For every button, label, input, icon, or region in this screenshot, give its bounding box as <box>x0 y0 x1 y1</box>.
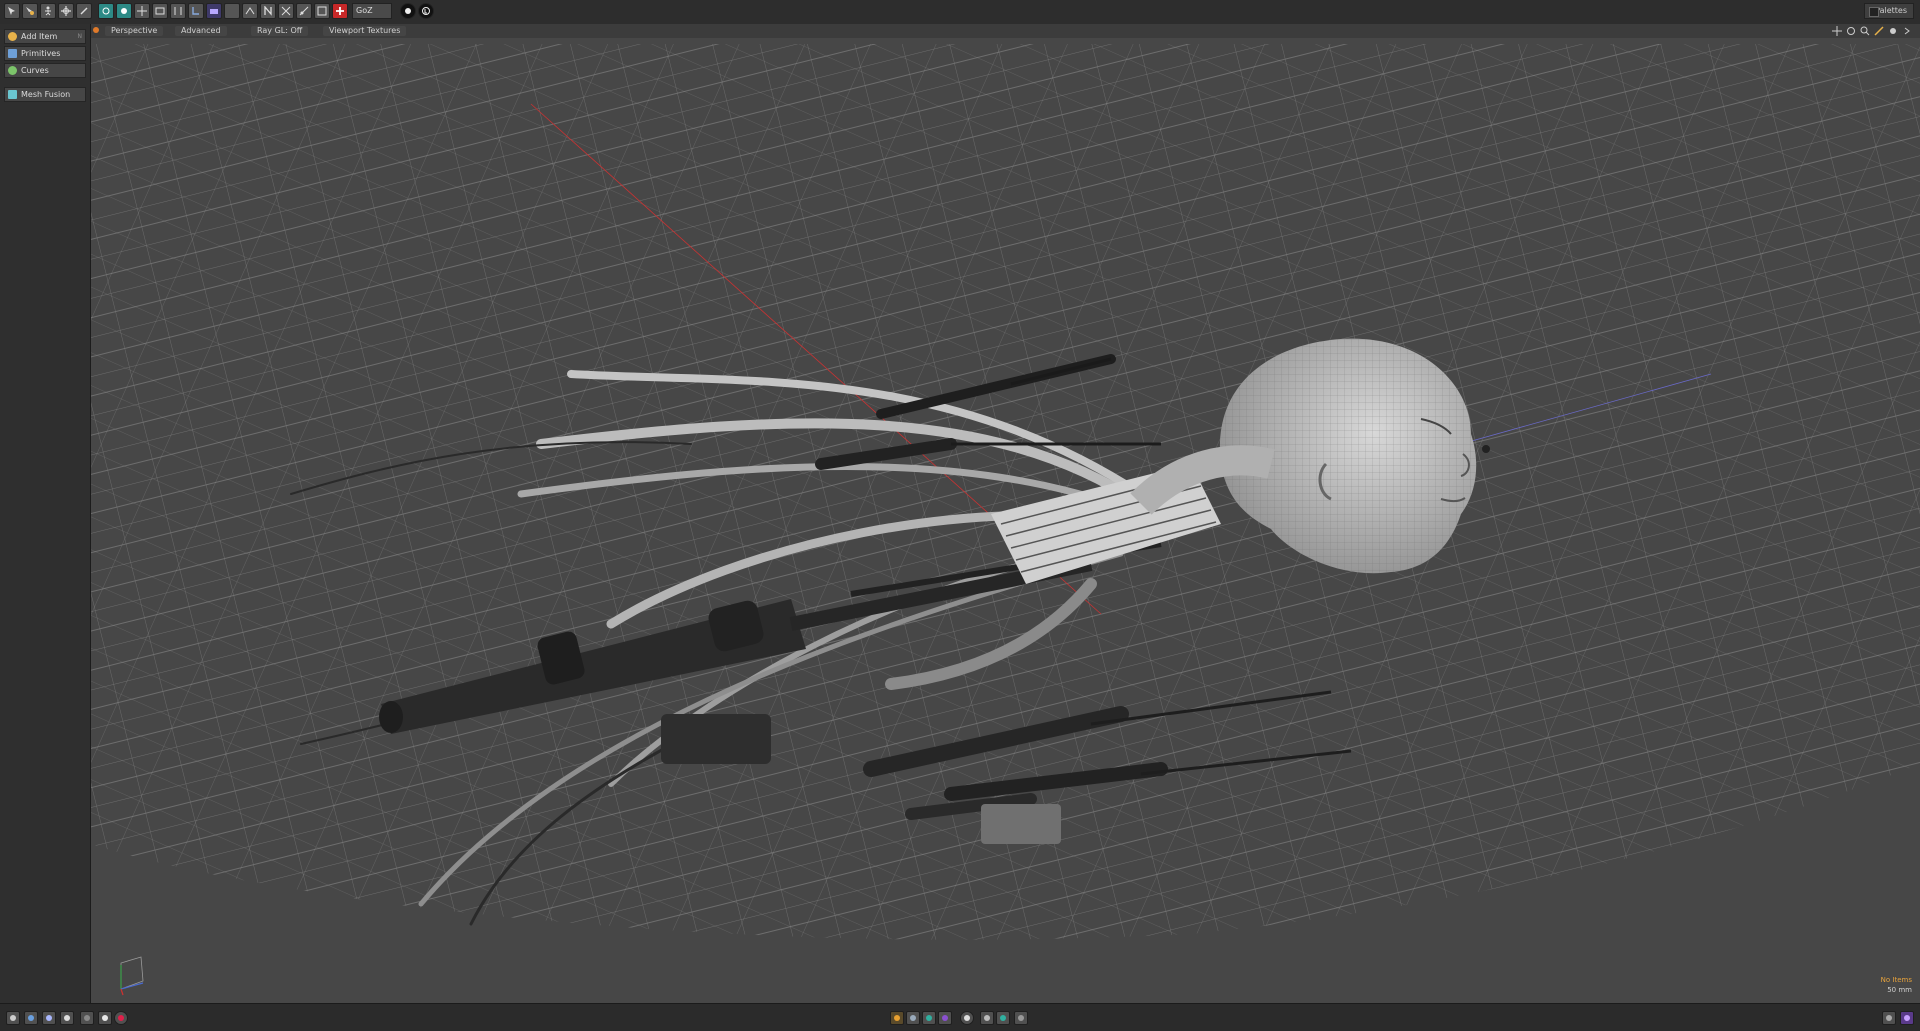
fusion-icon <box>8 90 17 99</box>
add-item-button[interactable]: Add Item N <box>4 29 86 44</box>
tab-perspective[interactable]: Perspective <box>105 26 164 36</box>
focal-length: 50 mm <box>1887 986 1912 994</box>
orbit-icon[interactable] <box>1846 26 1856 36</box>
mesh-fusion-button[interactable]: Mesh Fusion <box>4 87 86 102</box>
circle-icon[interactable] <box>98 1011 112 1025</box>
viewport-status: No Items 50 mm <box>1881 975 1912 995</box>
layer-icon[interactable] <box>906 1011 920 1025</box>
sphere-icon[interactable] <box>42 1011 56 1025</box>
grid-icon[interactable] <box>98 3 114 19</box>
viewport-menu-icon[interactable] <box>93 27 99 33</box>
brush-icon[interactable] <box>80 1011 94 1025</box>
move-icon[interactable] <box>58 3 74 19</box>
top-toolbar: GoZ Palettes <box>0 0 1920 25</box>
render-icon[interactable] <box>938 1011 952 1025</box>
record-icon[interactable] <box>114 1011 128 1025</box>
add-icon <box>8 32 17 41</box>
select-arrow-icon[interactable] <box>4 3 20 19</box>
selection-status: No Items <box>1880 976 1912 984</box>
goz-field[interactable]: GoZ <box>352 3 392 19</box>
scene-canvas[interactable] <box>91 24 1920 1003</box>
fit-icon[interactable] <box>1874 26 1884 36</box>
goz-label: GoZ <box>356 6 373 15</box>
add-item-hotkey: N <box>77 33 83 40</box>
tab-raygl[interactable]: Ray GL: Off <box>251 26 309 36</box>
timer-icon[interactable] <box>960 1011 974 1025</box>
curve-tool-icon[interactable] <box>980 1011 994 1025</box>
primitives-button[interactable]: Primitives <box>4 46 86 61</box>
curves-label: Curves <box>21 66 49 75</box>
texture-icon[interactable] <box>922 1011 936 1025</box>
symmetry-icon[interactable] <box>134 3 150 19</box>
viewport-header: Perspective Advanced Ray GL: Off Viewpor… <box>91 24 1920 38</box>
curve-icon <box>8 66 17 75</box>
shader-icon[interactable] <box>890 1011 904 1025</box>
toggle-icon[interactable] <box>224 3 240 19</box>
curves-button[interactable]: Curves <box>4 63 86 78</box>
mesh-icon[interactable] <box>242 3 258 19</box>
pan-icon[interactable] <box>1832 26 1842 36</box>
shield-icon[interactable] <box>24 1011 38 1025</box>
palettes-icon <box>1869 7 1879 17</box>
gear-icon[interactable] <box>1014 1011 1028 1025</box>
tab-advanced[interactable]: Advanced <box>175 26 227 36</box>
primitives-label: Primitives <box>21 49 61 58</box>
tab-viewport-textures[interactable]: Viewport Textures <box>323 26 407 36</box>
settings-icon[interactable] <box>1888 26 1898 36</box>
unity-icon[interactable] <box>400 3 416 19</box>
figure-icon[interactable] <box>40 3 56 19</box>
3d-viewport[interactable]: Perspective Advanced Ray GL: Off Viewpor… <box>91 24 1920 1003</box>
cube-icon <box>8 49 17 58</box>
connector-box <box>661 714 771 764</box>
left-tool-panel: Add Item N Primitives Curves Mesh Fusion <box>0 24 91 1003</box>
mesh-fusion-label: Mesh Fusion <box>21 90 71 99</box>
workplane-icon[interactable] <box>152 3 168 19</box>
link-icon[interactable] <box>6 1011 20 1025</box>
snap-icon[interactable] <box>116 3 132 19</box>
power-icon[interactable] <box>1900 1011 1914 1025</box>
uv-icon[interactable] <box>188 3 204 19</box>
material-icon[interactable] <box>60 1011 74 1025</box>
axis-gizmo <box>120 956 144 996</box>
zoom-icon[interactable] <box>1860 26 1870 36</box>
flip-icon[interactable] <box>260 3 276 19</box>
expand-icon[interactable] <box>1902 26 1912 36</box>
unreal-icon[interactable] <box>418 3 434 19</box>
camera-icon[interactable] <box>206 3 222 19</box>
border-icon[interactable] <box>170 3 186 19</box>
scale-icon[interactable] <box>314 3 330 19</box>
palettes-label: Palettes <box>1875 6 1907 15</box>
frame-icon[interactable] <box>1882 1011 1896 1025</box>
spline-icon[interactable] <box>996 1011 1010 1025</box>
palettes-button[interactable]: Palettes <box>1864 3 1914 19</box>
paint-select-icon[interactable] <box>22 3 38 19</box>
mirror-icon[interactable] <box>278 3 294 19</box>
add-item-label: Add Item <box>21 32 58 41</box>
transform-icon[interactable] <box>76 3 92 19</box>
bottom-toolbar <box>0 1003 1920 1031</box>
edge-icon[interactable] <box>296 3 312 19</box>
add-icon[interactable] <box>332 3 348 19</box>
